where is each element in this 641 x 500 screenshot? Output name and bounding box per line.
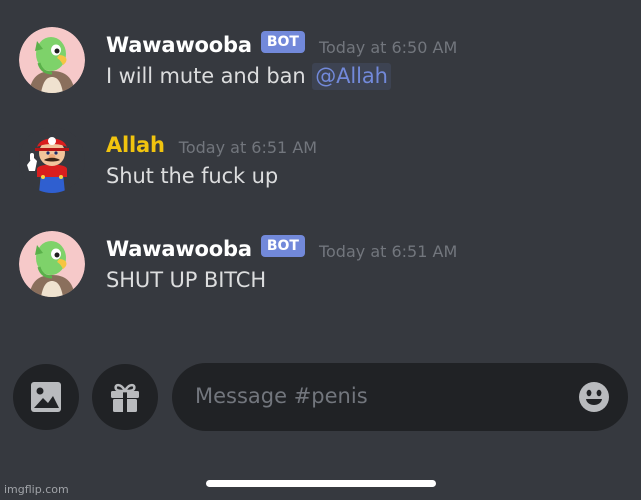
attach-image-button[interactable] (13, 364, 79, 430)
message-item[interactable]: Wawawooba BOT Today at 6:50 AM I will mu… (0, 26, 641, 106)
parrot-avatar[interactable] (19, 231, 85, 297)
gift-button[interactable] (92, 364, 158, 430)
emoji-button[interactable] (578, 381, 610, 413)
username[interactable]: Wawawooba (106, 33, 252, 57)
timestamp: Today at 6:51 AM (318, 241, 458, 261)
image-icon (31, 382, 61, 412)
imgflip-watermark: imgflip.com (4, 483, 69, 496)
message-header: Wawawooba BOT Today at 6:50 AM (106, 30, 457, 60)
message-text-body: I will mute and ban (106, 64, 313, 88)
message-text: Shut the fuck up (106, 164, 279, 188)
mario-avatar[interactable] (19, 127, 85, 193)
message-header: Wawawooba BOT Today at 6:51 AM (106, 234, 457, 264)
timestamp: Today at 6:51 AM (178, 137, 318, 157)
parrot-avatar-image (19, 231, 85, 297)
gift-icon (111, 383, 139, 412)
message-list: Wawawooba BOT Today at 6:50 AM I will mu… (0, 0, 641, 345)
parrot-avatar-image (19, 27, 85, 93)
parrot-avatar[interactable] (19, 27, 85, 93)
message-header: Allah Today at 6:51 AM (106, 130, 317, 160)
smiley-icon (579, 382, 609, 412)
bot-badge: BOT (260, 31, 305, 53)
username[interactable]: Allah (106, 133, 165, 157)
message-text: I will mute and ban @Allah (106, 63, 391, 90)
username[interactable]: Wawawooba (106, 237, 252, 261)
timestamp: Today at 6:50 AM (318, 37, 458, 57)
mario-avatar-image (19, 127, 85, 193)
message-input[interactable]: Message #penis (172, 363, 628, 431)
user-mention[interactable]: @Allah (312, 63, 391, 90)
discord-chat-screen: Wawawooba BOT Today at 6:50 AM I will mu… (0, 0, 641, 500)
message-input-placeholder: Message #penis (195, 384, 368, 408)
message-item[interactable]: Allah Today at 6:51 AM Shut the fuck up (0, 126, 641, 206)
home-indicator[interactable] (206, 480, 436, 487)
message-text: SHUT UP BITCH (106, 268, 267, 292)
message-item[interactable]: Wawawooba BOT Today at 6:51 AM SHUT UP B… (0, 230, 641, 310)
bot-badge: BOT (260, 235, 305, 257)
